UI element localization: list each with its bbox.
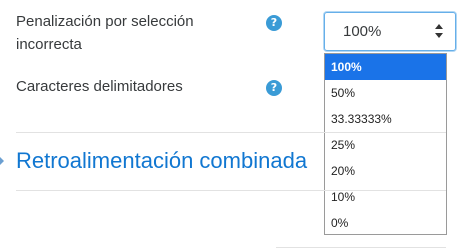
section-title[interactable]: Retroalimentación combinada bbox=[16, 148, 324, 174]
delimiters-label: Caracteres delimitadores bbox=[16, 78, 183, 95]
field-underline bbox=[276, 247, 446, 248]
option-20[interactable]: 20% bbox=[325, 158, 446, 184]
penalty-label: Penalización por selección incorrecta bbox=[16, 13, 194, 53]
option-25[interactable]: 25% bbox=[325, 132, 446, 158]
sort-arrows-icon bbox=[435, 24, 443, 38]
section-divider bbox=[16, 132, 446, 133]
penalty-options-list[interactable]: 100% 50% 33.33333% 25% 20% 10% 0% bbox=[324, 53, 447, 235]
option-0[interactable]: 0% bbox=[325, 210, 446, 236]
caret-right-icon[interactable] bbox=[0, 155, 4, 167]
option-50[interactable]: 50% bbox=[325, 80, 446, 106]
section-divider bbox=[16, 190, 446, 191]
question-circle-icon[interactable]: ? bbox=[266, 15, 282, 31]
question-circle-icon[interactable]: ? bbox=[266, 80, 282, 96]
option-100[interactable]: 100% bbox=[325, 54, 446, 80]
option-10[interactable]: 10% bbox=[325, 184, 446, 210]
penalty-select[interactable]: 100% bbox=[324, 12, 456, 51]
penalty-select-value: 100% bbox=[343, 23, 382, 40]
option-33[interactable]: 33.33333% bbox=[325, 106, 446, 132]
